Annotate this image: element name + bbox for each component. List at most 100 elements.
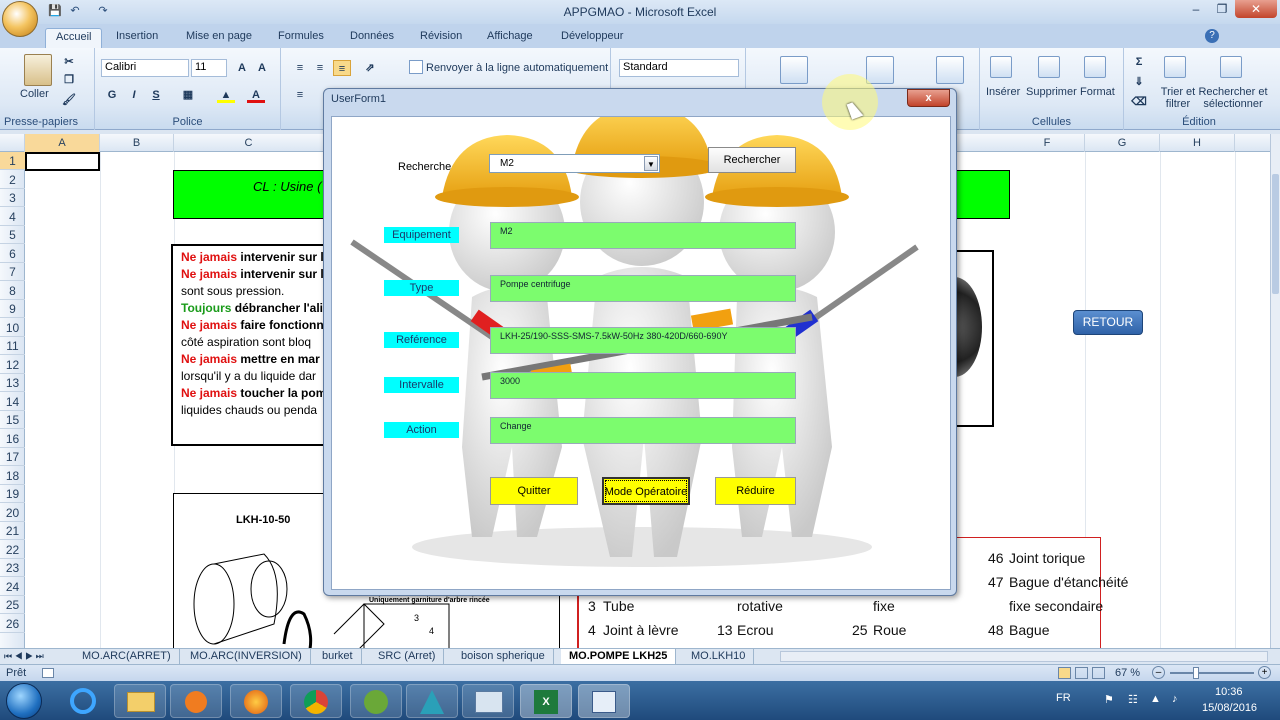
retour-button[interactable]: RETOUR (1073, 310, 1143, 335)
quit-button[interactable]: Quitter (490, 477, 578, 505)
chrome-icon[interactable] (290, 684, 342, 718)
tab-affichage[interactable]: Affichage (477, 28, 543, 48)
column-header[interactable]: F (1010, 134, 1085, 152)
row-header[interactable]: 7 (0, 263, 25, 281)
align-left-icon[interactable]: ≡ (291, 87, 309, 103)
row-header[interactable]: 20 (0, 504, 25, 522)
zoom-level[interactable]: 67 % (1115, 667, 1140, 679)
field-reference[interactable]: LKH-25/190-SSS-SMS-7.5kW-50Hz 380-420D/6… (490, 327, 796, 354)
sheet-tab[interactable]: MO.ARC(INVERSION) (182, 649, 311, 664)
tray-volume-icon[interactable]: ♪ (1172, 693, 1178, 705)
excel-icon[interactable]: X (520, 684, 572, 718)
row-header[interactable]: 10 (0, 319, 25, 337)
column-header[interactable]: G (1085, 134, 1160, 152)
format-painter-icon[interactable]: 🖌 (60, 92, 78, 108)
tab-revision[interactable]: Révision (410, 28, 472, 48)
row-header[interactable]: 17 (0, 448, 25, 466)
bold-icon[interactable]: G (103, 87, 121, 103)
clock-date[interactable]: 15/08/2016 (1202, 702, 1257, 714)
horizontal-scrollbar[interactable] (780, 651, 1268, 662)
view-normal-icon[interactable] (1058, 667, 1071, 679)
row-header[interactable]: 25 (0, 596, 25, 614)
row-header[interactable]: 2 (0, 171, 25, 189)
tab-formules[interactable]: Formules (268, 28, 334, 48)
insert-cells-button[interactable]: Insérer (986, 86, 1020, 98)
sheet-nav-arrows[interactable]: ⏮ ◀ ▶ ⏭ (4, 649, 44, 664)
cut-icon[interactable]: ✂ (60, 54, 78, 70)
row-header[interactable]: 14 (0, 393, 25, 411)
field-intervalle[interactable]: 3000 (490, 372, 796, 399)
close-window-button[interactable]: ✕ (1235, 0, 1277, 18)
italic-icon[interactable]: I (125, 87, 143, 103)
clock-time[interactable]: 10:36 (1215, 686, 1243, 698)
table-format-icon[interactable] (866, 56, 894, 84)
tab-insertion[interactable]: Insertion (106, 28, 168, 48)
reduce-button[interactable]: Réduire (715, 477, 796, 505)
vba-editor-icon[interactable] (578, 684, 630, 718)
row-header[interactable]: 5 (0, 226, 25, 244)
cell-styles-icon[interactable] (936, 56, 964, 84)
row-header[interactable]: 19 (0, 485, 25, 503)
column-header[interactable]: A (25, 134, 100, 152)
row-header[interactable]: 9 (0, 300, 25, 318)
format-cells-icon[interactable] (1084, 56, 1106, 78)
tab-donnees[interactable]: Données (340, 28, 404, 48)
language-indicator[interactable]: FR (1056, 692, 1071, 704)
search-button[interactable]: Rechercher (708, 147, 796, 173)
select-all-corner[interactable] (0, 134, 25, 152)
autodesk-icon[interactable] (406, 684, 458, 718)
row-header[interactable]: 8 (0, 282, 25, 300)
zoom-in-icon[interactable]: + (1258, 666, 1271, 679)
row-header[interactable]: 18 (0, 467, 25, 485)
shrink-font-icon[interactable]: A (253, 60, 271, 76)
align-middle-icon[interactable]: ≡ (311, 60, 329, 76)
insert-cells-icon[interactable] (990, 56, 1012, 78)
zoom-slider-thumb[interactable] (1193, 667, 1199, 679)
clear-icon[interactable]: ⌫ (1130, 94, 1148, 110)
wrap-text-icon[interactable] (409, 60, 423, 74)
row-header[interactable]: 3 (0, 189, 25, 207)
ie-icon[interactable] (58, 684, 110, 718)
font-color-icon[interactable]: A (247, 87, 265, 103)
help-icon[interactable]: ? (1205, 29, 1219, 43)
row-header[interactable]: 15 (0, 411, 25, 429)
row-header[interactable]: 16 (0, 430, 25, 448)
view-pagebreak-icon[interactable] (1092, 667, 1105, 679)
sheet-tab[interactable]: MO.LKH10 (683, 649, 755, 664)
row-header[interactable]: 23 (0, 559, 25, 577)
wrap-text-button[interactable]: Renvoyer à la ligne automatiquement (426, 62, 608, 74)
format-cells-button[interactable]: Format (1080, 86, 1115, 98)
field-type[interactable]: Pompe centrifuge (490, 275, 796, 302)
row-header[interactable]: 11 (0, 337, 25, 355)
row-header[interactable]: 22 (0, 541, 25, 559)
conditional-format-icon[interactable] (780, 56, 808, 84)
field-equipement[interactable]: M2 (490, 222, 796, 249)
autosum-icon[interactable]: Σ (1130, 54, 1148, 70)
mode-operatoire-button[interactable]: Mode Opératoire (602, 477, 690, 505)
column-header[interactable]: B (100, 134, 174, 152)
row-header[interactable]: 13 (0, 374, 25, 392)
office-button[interactable] (2, 1, 38, 37)
align-bottom-icon[interactable]: ≡ (333, 60, 351, 76)
sheet-tab[interactable]: MO.ARC(ARRET) (74, 649, 180, 664)
tab-developpeur[interactable]: Développeur (551, 28, 633, 48)
sort-filter-button[interactable]: Trier et filtrer (1158, 86, 1198, 110)
find-select-button[interactable]: Rechercher et sélectionner (1198, 86, 1268, 110)
minimize-button[interactable]: – (1183, 0, 1209, 18)
sheet-tab[interactable]: burket (314, 649, 362, 664)
userform-close-button[interactable]: x (907, 89, 950, 107)
row-header[interactable]: 24 (0, 578, 25, 596)
column-header[interactable]: H (1160, 134, 1235, 152)
start-button[interactable] (6, 683, 42, 719)
copy-icon[interactable]: ❐ (60, 72, 78, 88)
zoom-slider[interactable] (1170, 672, 1254, 674)
row-header[interactable]: 26 (0, 615, 25, 633)
underline-icon[interactable]: S (147, 87, 165, 103)
tray-network-icon[interactable]: ☷ (1128, 693, 1138, 706)
delete-cells-button[interactable]: Supprimer (1026, 86, 1077, 98)
sheet-tab[interactable]: boison spherique (453, 649, 554, 664)
view-layout-icon[interactable] (1075, 667, 1088, 679)
font-size-select[interactable]: 11 (191, 59, 227, 77)
vertical-scrollbar[interactable] (1270, 134, 1280, 648)
tray-signal-icon[interactable]: ▲ (1150, 693, 1161, 705)
